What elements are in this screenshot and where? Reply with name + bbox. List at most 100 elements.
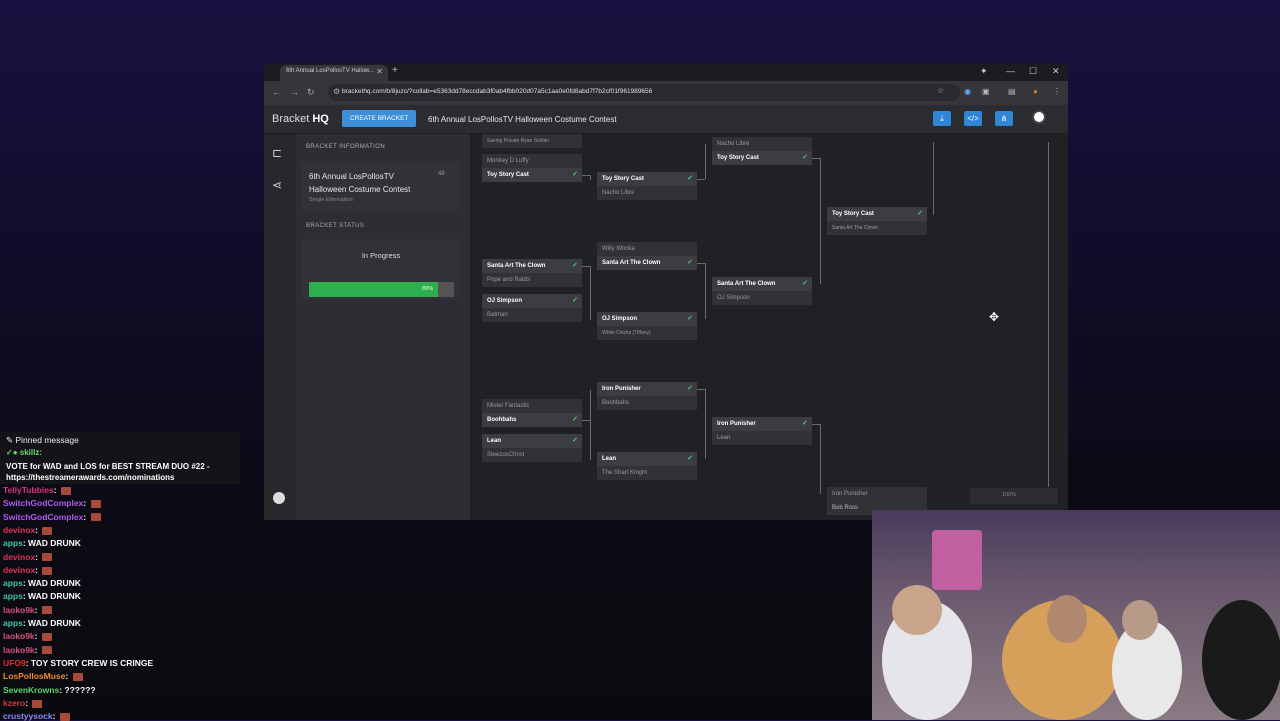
match-slot-winner[interactable]: Toy Story Cast ✓ [827, 207, 927, 221]
pinned-username: skillz [19, 448, 40, 457]
connector-line [697, 263, 705, 264]
profile-icon[interactable]: ● [1033, 87, 1038, 96]
sidepanel-icon[interactable]: ▤ [1008, 87, 1016, 96]
match-slot-winner[interactable]: Lean ✓ [482, 434, 582, 448]
match-slot-winner[interactable]: OJ Simpson ✓ [597, 312, 697, 326]
new-tab-icon[interactable]: + [392, 65, 398, 76]
app-logo[interactable]: Bracket HQ [272, 113, 329, 125]
connector-line [705, 263, 706, 319]
chat-username[interactable]: devinox [3, 565, 35, 575]
match-slot[interactable]: SteezusChrist [482, 448, 582, 462]
match-slot[interactable]: White Chicks (Tiffany) [597, 326, 697, 340]
check-icon: ✓ [687, 455, 693, 462]
chat-username[interactable]: apps [3, 618, 23, 628]
match-slot[interactable]: Willy Wonka [597, 242, 697, 256]
chat-username[interactable]: apps [3, 538, 23, 548]
match-slot[interactable]: Batman [482, 308, 582, 322]
extension-icon[interactable]: ◉ [964, 87, 971, 96]
match-slot-winner[interactable]: Iron Punisher ✓ [712, 417, 812, 431]
match-slot-winner[interactable]: Santa Art The Clown ✓ [712, 277, 812, 291]
match-slot[interactable]: Nacho Libre [597, 186, 697, 200]
chat-username[interactable]: SwitchGodComplex [3, 512, 83, 522]
url-field[interactable]: ⚙ brackethq.com/b/8juzc/?collab=e5363dd7… [328, 84, 960, 101]
entrant-name: Batman [487, 312, 508, 318]
chat-username[interactable]: LosPollosMuse [3, 671, 65, 681]
chat-username[interactable]: laoko9k [3, 631, 35, 641]
match-slot-winner[interactable]: Boohbahs ✓ [482, 413, 582, 427]
connector-line [697, 179, 705, 180]
maximize-icon[interactable]: ☐ [1029, 66, 1037, 77]
zoom-control[interactable]: 100% [970, 488, 1058, 504]
person-face [892, 585, 942, 635]
match-slot-winner[interactable]: Toy Story Cast ✓ [597, 172, 697, 186]
reload-icon[interactable]: ↻ [307, 87, 315, 98]
connector-line [812, 424, 820, 425]
connector-line [812, 158, 820, 159]
match-slot[interactable]: OJ Simpson [712, 291, 812, 305]
chat-username[interactable]: SwitchGodComplex [3, 498, 83, 508]
share-icon[interactable]: ⋔ [995, 111, 1013, 126]
check-icon: ✓ [687, 259, 693, 266]
chat-username[interactable]: kzero [3, 698, 25, 708]
match-slot[interactable]: Mister Fantastic [482, 399, 582, 413]
chat-username[interactable]: apps [3, 578, 23, 588]
match-slot-winner[interactable]: Iron Punisher ✓ [597, 382, 697, 396]
page-title: 6th Annual LosPollosTV Halloween Costume… [428, 115, 617, 124]
bracket-icon[interactable]: ⊏ [272, 146, 282, 160]
chat-message: SevenKrowns: ?????? [3, 684, 96, 695]
entrant-name: Mister Fantastic [487, 403, 530, 409]
entrant-name: OJ Simpson [487, 298, 523, 304]
entrant-name: Toy Story Cast [602, 176, 644, 182]
match-slot-winner[interactable]: Toy Story Cast ✓ [712, 151, 812, 165]
match-slot[interactable]: Saving Private Ryan Soldier [482, 134, 582, 148]
site-info-icon[interactable]: ⚙ [333, 87, 340, 96]
entrant-name: SteezusChrist [487, 452, 525, 458]
entrant-name: Toy Story Cast [832, 211, 874, 217]
match-slot[interactable]: Iron Punisher [827, 487, 927, 501]
back-icon[interactable]: ← [272, 87, 281, 97]
match-slot-winner[interactable]: Toy Story Cast ✓ [482, 168, 582, 182]
embed-code-icon[interactable]: </> [964, 111, 982, 126]
avatar[interactable] [1032, 110, 1046, 124]
match-slot[interactable]: Santa Art The Clown [827, 221, 927, 235]
bookmark-star-icon[interactable]: ☆ [937, 86, 944, 95]
chat-username[interactable]: laoko9k [3, 605, 35, 615]
chat-username[interactable]: devinox [3, 525, 35, 535]
match-slot[interactable]: Pope and Rabbi [482, 273, 582, 287]
browser-tab[interactable]: 6th Annual LosPollosTV Hallow... ✕ [280, 65, 388, 81]
chat-username[interactable]: SevenKrowns [3, 685, 59, 695]
tab-close-icon[interactable]: ✕ [376, 67, 383, 76]
minimize-icon[interactable]: — [1006, 66, 1015, 76]
chat-username[interactable]: laoko9k [3, 645, 35, 655]
bracket-status-card: In Progress 89% [302, 239, 460, 299]
status-section-label: BRACKET STATUS [306, 223, 365, 229]
download-icon[interactable]: ⤓ [933, 111, 951, 126]
chat-username[interactable]: devinox [3, 552, 35, 562]
chat-message: devinox: [3, 565, 53, 575]
match-slot[interactable]: Lean [712, 431, 812, 445]
chat-text: WAD DRUNK [28, 591, 81, 602]
close-window-icon[interactable]: ✕ [1052, 66, 1060, 77]
menu-icon[interactable]: ⋮ [1053, 87, 1061, 96]
chat-username[interactable]: UFO9 [3, 658, 26, 668]
match-slot-winner[interactable]: Santa Art The Clown ✓ [597, 256, 697, 270]
match-slot[interactable]: Nacho Libre [712, 137, 812, 151]
forward-icon[interactable]: → [290, 87, 299, 97]
pinned-header: ✎ Pinned message [6, 435, 79, 446]
entrant-name: Saving Private Ryan Soldier [487, 138, 550, 144]
match-slot-winner[interactable]: Lean ✓ [597, 452, 697, 466]
chat-username[interactable]: TellyTubbies [3, 485, 54, 495]
settings-dot-icon[interactable] [273, 492, 285, 504]
chat-username[interactable]: apps [3, 591, 23, 601]
extensions-icon[interactable]: ✦ [980, 66, 988, 77]
bracket-canvas[interactable]: Saving Private Ryan Soldier Monkey D Luf… [470, 134, 1068, 520]
match-slot-winner[interactable]: OJ Simpson ✓ [482, 294, 582, 308]
share-rail-icon[interactable]: ⋖ [272, 178, 282, 192]
match-slot[interactable]: Monkey D Luffy [482, 154, 582, 168]
match-slot[interactable]: Boohbahs [597, 396, 697, 410]
puzzle-icon[interactable]: ▣ [982, 87, 990, 96]
create-bracket-button[interactable]: CREATE BRACKET [342, 110, 417, 127]
match-slot[interactable]: The Shart Knight [597, 466, 697, 480]
match-slot-winner[interactable]: Santa Art The Clown ✓ [482, 259, 582, 273]
bracket-info-card[interactable]: 6th Annual LosPollosTV Halloween Costume… [302, 162, 460, 210]
